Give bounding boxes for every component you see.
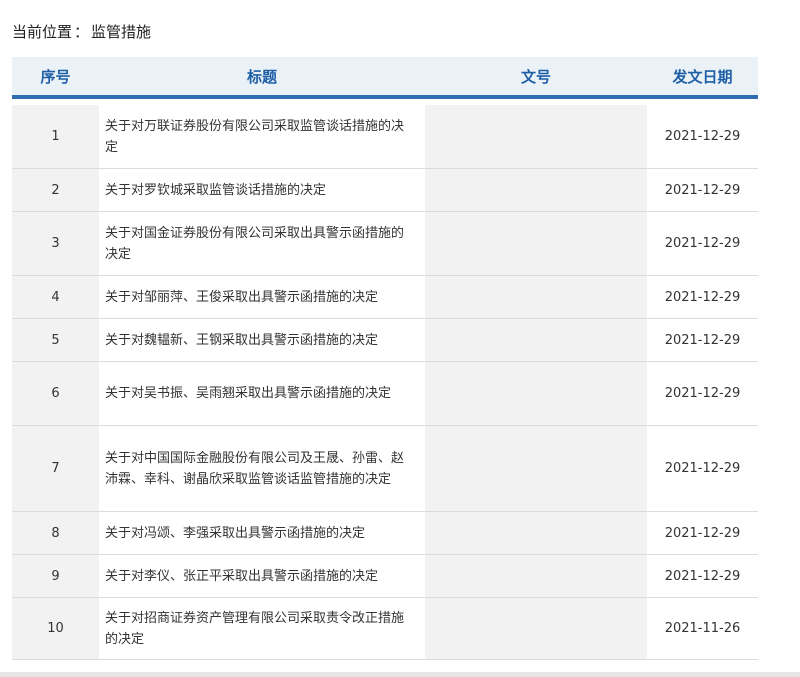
cell-no: 4 [12,276,99,318]
cell-doc-no [425,598,647,659]
cell-date: 2021-12-29 [647,555,758,597]
cell-doc-no [425,169,647,211]
header-doc-no: 文号 [520,67,551,86]
cell-date: 2021-12-29 [647,105,758,168]
cell-doc-no [425,319,647,361]
cell-doc-no [425,512,647,554]
cell-doc-no [425,212,647,275]
bottom-divider [0,672,800,677]
cell-doc-no [425,105,647,168]
cell-no: 9 [12,555,99,597]
cell-date: 2021-12-29 [647,319,758,361]
cell-date: 2021-12-29 [647,169,758,211]
breadcrumb: 当前位置：监管措施 [12,20,151,44]
cell-title-link[interactable]: 关于对冯颂、李强采取出具警示函措施的决定 [99,512,425,554]
cell-doc-no [425,362,647,425]
header-title: 标题 [246,67,277,86]
table-row: 2 关于对罗钦城采取监管谈话措施的决定 2021-12-29 [12,169,758,212]
cell-title-link[interactable]: 关于对罗钦城采取监管谈话措施的决定 [99,169,425,211]
table-row: 9 关于对李仪、张正平采取出具警示函措施的决定 2021-12-29 [12,555,758,598]
table-row: 4 关于对邹丽萍、王俊采取出具警示函措施的决定 2021-12-29 [12,276,758,319]
breadcrumb-current[interactable]: 监管措施 [91,23,151,41]
cell-doc-no [425,555,647,597]
cell-date: 2021-12-29 [647,426,758,511]
cell-title-link[interactable]: 关于对招商证券资产管理有限公司采取责令改正措施的决定 [99,598,425,659]
cell-title-link[interactable]: 关于对国金证券股份有限公司采取出具警示函措施的决定 [99,212,425,275]
cell-date: 2021-12-29 [647,512,758,554]
breadcrumb-prefix: 当前位置 [12,23,73,41]
cell-title-link[interactable]: 关于对万联证券股份有限公司采取监管谈话措施的决定 [99,105,425,168]
cell-date: 2021-11-26 [647,598,758,659]
table-row: 1 关于对万联证券股份有限公司采取监管谈话措施的决定 2021-12-29 [12,105,758,169]
cell-doc-no [425,276,647,318]
cell-no: 6 [12,362,99,425]
table-row: 10 关于对招商证券资产管理有限公司采取责令改正措施的决定 2021-11-26 [12,598,758,660]
cell-no: 8 [12,512,99,554]
cell-title-link[interactable]: 关于对魏韫新、王钢采取出具警示函措施的决定 [99,319,425,361]
cell-no: 3 [12,212,99,275]
header-date: 发文日期 [672,67,733,86]
cell-date: 2021-12-29 [647,212,758,275]
cell-no: 1 [12,105,99,168]
cell-title-link[interactable]: 关于对李仪、张正平采取出具警示函措施的决定 [99,555,425,597]
cell-title-link[interactable]: 关于对吴书振、吴雨翘采取出具警示函措施的决定 [99,362,425,425]
table-header: 序号 标题 文号 发文日期 [12,57,758,99]
cell-no: 5 [12,319,99,361]
table-row: 3 关于对国金证券股份有限公司采取出具警示函措施的决定 2021-12-29 [12,212,758,276]
cell-no: 10 [12,598,99,659]
cell-title-link[interactable]: 关于对中国国际金融股份有限公司及王晟、孙雷、赵沛霖、幸科、谢晶欣采取监管谈话监管… [99,426,425,511]
cell-no: 2 [12,169,99,211]
cell-no: 7 [12,426,99,511]
breadcrumb-separator: ： [74,23,90,41]
table-row: 7 关于对中国国际金融股份有限公司及王晟、孙雷、赵沛霖、幸科、谢晶欣采取监管谈话… [12,426,758,512]
table-row: 6 关于对吴书振、吴雨翘采取出具警示函措施的决定 2021-12-29 [12,362,758,426]
cell-date: 2021-12-29 [647,362,758,425]
header-no: 序号 [40,67,71,86]
cell-date: 2021-12-29 [647,276,758,318]
cell-doc-no [425,426,647,511]
table-body: 1 关于对万联证券股份有限公司采取监管谈话措施的决定 2021-12-29 2 … [12,105,758,660]
measures-table: 序号 标题 文号 发文日期 1 关于对万联证券股份有限公司采取监管谈话措施的决定… [12,57,758,660]
cell-title-link[interactable]: 关于对邹丽萍、王俊采取出具警示函措施的决定 [99,276,425,318]
table-row: 8 关于对冯颂、李强采取出具警示函措施的决定 2021-12-29 [12,512,758,555]
table-row: 5 关于对魏韫新、王钢采取出具警示函措施的决定 2021-12-29 [12,319,758,362]
